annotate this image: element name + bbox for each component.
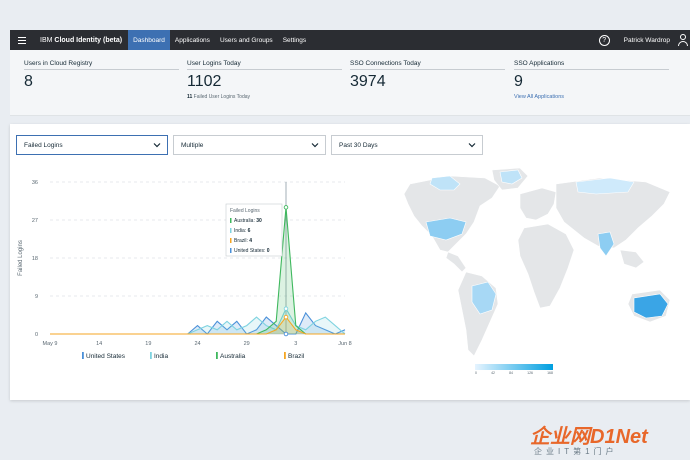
watermark-tagline: 企业IT第1门户 (534, 447, 618, 456)
map-europe (519, 187, 557, 221)
user-icon[interactable] (678, 34, 688, 46)
watermark: 企业网D1Net 企业IT第1门户 (530, 420, 690, 460)
series-area (50, 207, 345, 334)
scale-label: 0 (475, 371, 477, 375)
scale-label: 84 (509, 371, 514, 375)
x-tick-label: 19 (145, 341, 151, 347)
tooltip-title: Failed Logins (230, 208, 260, 214)
scale-label: 126 (527, 371, 533, 375)
legend-swatch (216, 352, 218, 359)
scale-label: 42 (491, 371, 495, 375)
x-tick-label: 29 (244, 341, 250, 347)
tooltip-row: Brazil: 4 (234, 238, 252, 244)
hover-point (283, 331, 289, 337)
tooltip-row: Australia: 30 (234, 218, 262, 224)
failed-logins-today: 11 Failed User Logins Today (187, 94, 251, 100)
x-tick-label: 24 (194, 341, 200, 347)
hover-point (283, 205, 289, 210)
tab-applications[interactable]: Applications (170, 30, 215, 50)
user-name[interactable]: Patrick Wardrop (624, 37, 670, 44)
map-southeast-asia (619, 249, 645, 269)
scale-label: 168 (547, 371, 553, 375)
app-title: IBM Cloud Identity (beta) (40, 36, 123, 44)
tab-settings[interactable]: Settings (278, 30, 312, 50)
x-tick-label: 14 (96, 341, 102, 347)
legend-label: Brazil (288, 353, 305, 360)
stat-value: 3974 (350, 73, 386, 90)
tooltip-swatch (230, 238, 232, 243)
y-tick-label: 27 (32, 218, 38, 224)
tooltip-swatch (230, 248, 232, 253)
world-heat-map (403, 167, 671, 357)
stat-label: SSO Applications (514, 60, 669, 70)
x-tick-label: Jun 8 (338, 341, 351, 347)
chevron-down-icon (468, 143, 476, 148)
stat-label: Users in Cloud Registry (24, 60, 179, 70)
legend-label: Australia (220, 353, 246, 360)
stat-value: 9 (514, 73, 523, 90)
y-tick-label: 0 (35, 332, 38, 338)
chevron-down-icon (153, 143, 161, 148)
stat-value: 8 (24, 73, 33, 90)
map-scale-bar (475, 364, 553, 370)
x-tick-label: May 9 (43, 341, 58, 347)
menu-icon[interactable] (14, 30, 30, 50)
map-africa (517, 223, 575, 309)
chevron-down-icon (311, 143, 319, 148)
stat-value: 1102 (187, 73, 222, 90)
series-line (50, 207, 345, 335)
view-all-applications-link[interactable]: View All Applications (514, 94, 669, 100)
stat-users-registry: Users in Cloud Registry 8 (24, 60, 179, 91)
y-tick-label: 36 (32, 180, 38, 186)
legend-swatch (150, 352, 152, 359)
tooltip-swatch (230, 218, 232, 223)
tooltip-swatch (230, 228, 232, 233)
tooltip-row: United States: 0 (234, 248, 270, 254)
tab-users-and-groups[interactable]: Users and Groups (215, 30, 278, 50)
watermark-logo: 企业网D1Net (530, 426, 648, 448)
stats-bar: Users in Cloud Registry 8 User Logins To… (10, 50, 690, 116)
legend-label: India (154, 353, 168, 360)
map-scale-labels: 0 42 84 126 168 (475, 371, 553, 375)
stat-sso-connections: SSO Connections Today 3974 (350, 60, 505, 91)
tab-dashboard[interactable]: Dashboard (128, 30, 170, 50)
map-central-america (445, 251, 467, 273)
stat-user-logins: User Logins Today 1102 11 Failed User Lo… (187, 60, 342, 100)
help-icon[interactable]: ? (598, 34, 610, 46)
y-tick-label: 18 (32, 256, 38, 262)
x-tick-label: 3 (294, 341, 297, 347)
date-range-select[interactable]: Past 30 Days (331, 135, 483, 155)
legend-swatch (82, 352, 84, 359)
stat-label: User Logins Today (187, 60, 342, 70)
metric-select[interactable]: Failed Logins (16, 135, 168, 155)
legend-label: United States (86, 353, 126, 360)
legend-swatch (284, 352, 286, 359)
stat-label: SSO Connections Today (350, 60, 505, 70)
tooltip-row: India: 6 (234, 228, 251, 234)
scope-select[interactable]: Multiple (173, 135, 326, 155)
dashboard-card: Failed Logins Multiple Past 30 Days 0 9 18… (10, 124, 690, 400)
stat-sso-applications: SSO Applications 9 View All Applications (514, 60, 669, 100)
y-tick-label: 9 (35, 294, 38, 300)
top-nav: IBM Cloud Identity (beta) Dashboard Appl… (10, 30, 690, 50)
y-axis-label: Failed Logins (18, 240, 24, 276)
hover-point (283, 314, 289, 320)
failed-logins-chart: 0 9 18 27 36 Failed Logins May 9 14 19 24 29 3 Jun 8… (18, 180, 352, 360)
hover-point (283, 306, 289, 311)
map-australia-highlight (633, 293, 669, 319)
